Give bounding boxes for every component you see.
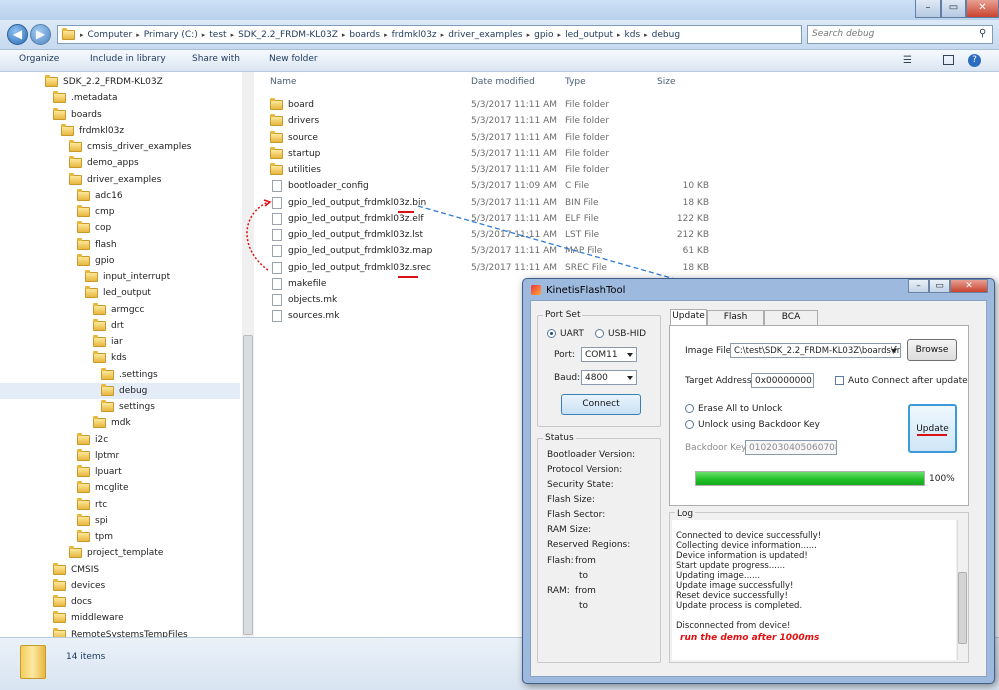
ram-region-label: RAM: — [547, 586, 570, 596]
reserved-regions-label: Reserved Regions: — [547, 540, 631, 550]
log-line: Update process is completed. — [676, 601, 803, 611]
log-line: Connected to device successfully! — [676, 531, 822, 541]
usb-hid-label: USB-HID — [608, 329, 647, 339]
auto-connect-label: Auto Connect after update — [848, 376, 968, 386]
unlock-backdoor-dot — [685, 420, 694, 429]
log-scrollbar-thumb[interactable] — [958, 572, 967, 644]
image-file-select[interactable]: C:\test\SDK_2.2_FRDM-KL03Z\boards\fr — [730, 343, 901, 358]
tab-flash-utilities[interactable]: Flash Utilities — [707, 310, 764, 335]
unlock-backdoor-label: Unlock using Backdoor Key — [698, 420, 820, 430]
progress-percent: 100% — [929, 474, 955, 484]
ram-from-label: from — [575, 586, 596, 596]
target-address-input[interactable]: 0x00000000 — [751, 373, 814, 388]
uart-label: UART — [560, 329, 584, 339]
progress-bar — [695, 471, 925, 486]
image-file-value: C:\test\SDK_2.2_FRDM-KL03Z\boards\fr — [734, 345, 901, 356]
red-dotted-arrow — [246, 201, 269, 271]
baud-value: 4800 — [585, 372, 608, 383]
baud-label: Baud: — [554, 373, 581, 383]
erase-all-dot — [685, 404, 694, 413]
log-line: Start update progress...... — [676, 561, 786, 571]
backdoor-key-input[interactable]: 0102030405060708 — [745, 440, 837, 455]
flash-sector-label: Flash Sector: — [547, 510, 606, 520]
tab-update[interactable]: Update — [670, 309, 707, 325]
status-title: Status — [543, 433, 576, 443]
kinetis-maximize-icon[interactable]: ▭ — [929, 279, 950, 293]
security-state-label: Security State: — [547, 480, 614, 490]
chevron-down-icon — [891, 349, 897, 353]
port-select[interactable]: COM11 — [581, 347, 637, 362]
log-title: Log — [675, 509, 696, 519]
flash-region-label: Flash: — [547, 556, 574, 566]
log-line: Updating image...... — [676, 571, 761, 581]
usb-hid-radio-dot — [595, 329, 604, 338]
kinetis-close-icon[interactable]: ✕ — [950, 279, 988, 293]
target-address-label: Target Address: — [685, 376, 755, 386]
erase-all-radio[interactable]: Erase All to Unlock — [685, 404, 782, 414]
flash-from-label: from — [575, 556, 596, 566]
flash-to-label: to — [579, 571, 589, 581]
port-label: Port: — [554, 350, 575, 360]
update-underline — [917, 434, 947, 436]
browse-button[interactable]: Browse — [907, 339, 957, 361]
ram-to-label: to — [579, 601, 589, 611]
log-line: Device information is updated! — [676, 551, 808, 561]
erase-all-label: Erase All to Unlock — [698, 404, 783, 414]
item-count: 14 items — [66, 652, 106, 662]
folder-icon-large — [20, 645, 46, 679]
auto-connect-checkbox[interactable]: Auto Connect after update — [835, 376, 968, 386]
baud-select[interactable]: 4800 — [581, 370, 637, 385]
chevron-down-icon — [627, 353, 633, 357]
auto-connect-box — [835, 376, 844, 385]
backdoor-key-label: Backdoor Key: — [685, 443, 749, 453]
connect-button[interactable]: Connect — [561, 394, 641, 415]
progress-bar-fill — [696, 472, 924, 485]
update-button[interactable]: Update — [908, 404, 957, 453]
log-line: Update image successfully! — [676, 581, 794, 591]
unlock-backdoor-radio[interactable]: Unlock using Backdoor Key — [685, 420, 820, 430]
kinetis-title: KinetisFlashTool — [546, 284, 626, 296]
tab-bca-utilities[interactable]: BCA Utilities — [764, 310, 818, 335]
log-line: Reset device successfully! — [676, 591, 788, 601]
chevron-down-icon — [627, 376, 633, 380]
uart-radio[interactable]: UART — [547, 329, 584, 339]
port-value: COM11 — [585, 349, 618, 360]
protocol-version-label: Protocol Version: — [547, 465, 623, 475]
port-set-title: Port Set — [543, 310, 583, 320]
usb-hid-radio[interactable]: USB-HID — [595, 329, 646, 339]
flash-size-label: Flash Size: — [547, 495, 595, 505]
log-line: Collecting device information...... — [676, 541, 817, 551]
kinetis-minimize-icon[interactable]: – — [908, 279, 929, 293]
app-icon — [531, 285, 541, 295]
run-demo-annotation: run the demo after 1000ms — [680, 633, 820, 643]
image-file-label: Image File: — [685, 346, 735, 356]
target-address-value: 0x00000000 — [755, 375, 812, 386]
ram-size-label: RAM Size: — [547, 525, 592, 535]
log-line: Disconnected from device! — [676, 621, 791, 631]
backdoor-key-value: 0102030405060708 — [749, 442, 837, 453]
kinetis-title-bar: KinetisFlashTool — [531, 281, 625, 299]
uart-radio-dot — [547, 329, 556, 338]
bootloader-version-label: Bootloader Version: — [547, 450, 636, 460]
